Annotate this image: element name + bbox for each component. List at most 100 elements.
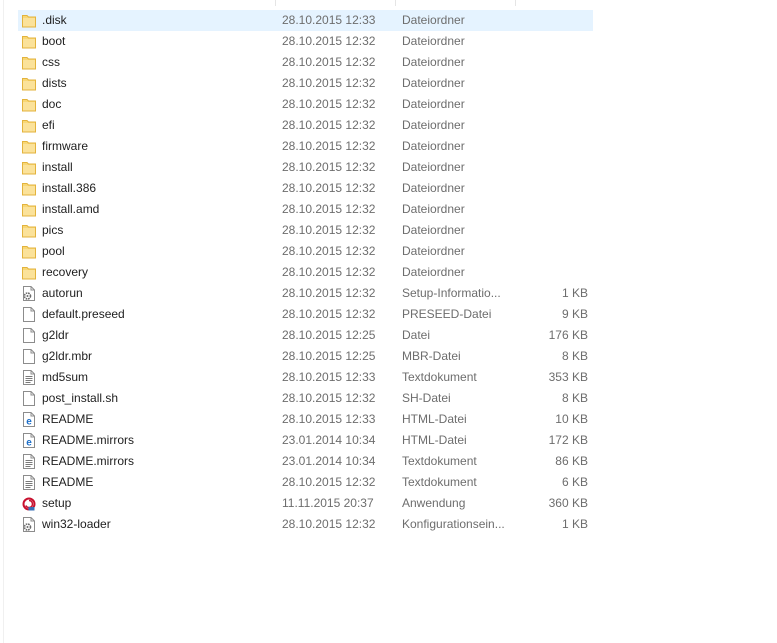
file-type: Setup-Informatio... [402,286,501,300]
file-row[interactable]: pool 28.10.2015 12:32 Dateiordner [18,241,593,262]
file-date: 28.10.2015 12:32 [282,34,376,48]
file-type: Dateiordner [402,139,465,153]
file-date: 28.10.2015 12:32 [282,517,376,531]
file-name: doc [42,97,62,111]
file-name: g2ldr.mbr [42,349,93,363]
folder-icon [22,13,36,28]
file-size: 10 KB [555,412,588,426]
file-row[interactable]: setup 11.11.2015 20:37 Anwendung 360 KB [18,493,593,514]
file-size: 172 KB [548,433,588,447]
file-row[interactable]: firmware 28.10.2015 12:32 Dateiordner [18,136,593,157]
folder-icon [22,97,36,112]
file-date: 28.10.2015 12:32 [282,391,376,405]
file-row[interactable]: boot 28.10.2015 12:32 Dateiordner [18,31,593,52]
file-type: Textdokument [402,454,477,468]
file-type: Dateiordner [402,13,465,27]
file-icon [22,349,36,364]
file-row[interactable]: e README.mirrors 23.01.2014 10:34 HTML-Date… [18,430,593,451]
file-size: 1 KB [561,517,588,531]
file-row[interactable]: e README 28.10.2015 12:33 HTML-Datei 10 KB [18,409,593,430]
file-name: install.amd [42,202,100,216]
file-row[interactable]: efi 28.10.2015 12:32 Dateiordner [18,115,593,136]
file-date: 28.10.2015 12:32 [282,76,376,90]
file-row[interactable]: g2ldr.mbr 28.10.2015 12:25 MBR-Datei 8 KB [18,346,593,367]
svg-text:e: e [26,417,32,428]
folder-icon [22,160,36,175]
file-date: 23.01.2014 10:34 [282,454,376,468]
file-row[interactable]: README.mirrors 23.01.2014 10:34 Textdokume… [18,451,593,472]
file-row[interactable]: install.amd 28.10.2015 12:32 Dateiordner [18,199,593,220]
file-type: PRESEED-Datei [402,307,492,321]
file-name: recovery [42,265,89,279]
file-type: Dateiordner [402,223,465,237]
file-size: 353 KB [548,370,588,384]
file-name: boot [42,34,66,48]
file-row[interactable]: recovery 28.10.2015 12:32 Dateiordner [18,262,593,283]
file-icon [22,391,36,406]
file-date: 28.10.2015 12:32 [282,286,376,300]
file-type: Dateiordner [402,76,465,90]
file-name: default.preseed [42,307,125,321]
file-name: g2ldr [42,328,69,342]
file-type: Dateiordner [402,181,465,195]
file-row[interactable]: md5sum 28.10.2015 12:33 Textdokument 353 KB [18,367,593,388]
html-file-icon: e [22,433,36,449]
file-name: README.mirrors [42,433,134,447]
file-name: md5sum [42,370,89,384]
file-type: Dateiordner [402,244,465,258]
file-name: README [42,412,94,426]
file-date: 28.10.2015 12:32 [282,202,376,216]
svg-text:e: e [26,438,32,449]
file-name: .disk [42,13,67,27]
file-date: 28.10.2015 12:33 [282,13,376,27]
file-date: 28.10.2015 12:32 [282,118,376,132]
file-type: Textdokument [402,475,477,489]
pane-border [3,0,4,643]
file-size: 1 KB [561,286,588,300]
file-row[interactable]: pics 28.10.2015 12:32 Dateiordner [18,220,593,241]
file-row[interactable]: install 28.10.2015 12:32 Dateiordner [18,157,593,178]
text-file-icon [22,454,36,469]
file-name: pool [42,244,65,258]
column-divider-date[interactable] [275,0,276,6]
column-divider-type[interactable] [395,0,396,6]
file-row[interactable]: post_install.sh 28.10.2015 12:32 SH-Datei 8… [18,388,593,409]
file-size: 6 KB [561,475,588,489]
file-name: setup [42,496,72,510]
file-row[interactable]: autorun 28.10.2015 12:32 Setup-Informatio.… [18,283,593,304]
file-row[interactable]: README 28.10.2015 12:32 Textdokument 6 KB [18,472,593,493]
file-type: Anwendung [402,496,466,510]
file-date: 28.10.2015 12:33 [282,370,376,384]
file-type: HTML-Datei [402,412,467,426]
file-name: dists [42,76,67,90]
folder-icon [22,34,36,49]
file-row[interactable]: g2ldr 28.10.2015 12:25 Datei 176 KB [18,325,593,346]
file-size: 86 KB [555,454,588,468]
file-date: 28.10.2015 12:32 [282,244,376,258]
file-date: 23.01.2014 10:34 [282,433,376,447]
file-name: efi [42,118,55,132]
file-icon [22,328,36,343]
file-date: 11.11.2015 20:37 [282,496,374,510]
file-row[interactable]: .disk 28.10.2015 12:33 Dateiordner [18,10,593,31]
file-row[interactable]: doc 28.10.2015 12:32 Dateiordner [18,94,593,115]
folder-icon [22,118,36,133]
file-name: README [42,475,94,489]
file-name: css [42,55,60,69]
column-divider-size[interactable] [515,0,516,6]
html-file-icon: e [22,412,36,428]
file-type: Textdokument [402,370,477,384]
folder-icon [22,139,36,154]
file-name: autorun [42,286,83,300]
file-row[interactable]: win32-loader 28.10.2015 12:32 Konfiguratio… [18,514,593,535]
file-row[interactable]: css 28.10.2015 12:32 Dateiordner [18,52,593,73]
file-row[interactable]: install.386 28.10.2015 12:32 Dateiordner [18,178,593,199]
file-date: 28.10.2015 12:32 [282,475,376,489]
file-name: install [42,160,73,174]
file-row[interactable]: dists 28.10.2015 12:32 Dateiordner [18,73,593,94]
file-date: 28.10.2015 12:32 [282,181,376,195]
file-date: 28.10.2015 12:32 [282,160,376,174]
file-date: 28.10.2015 12:32 [282,307,376,321]
file-type: Dateiordner [402,118,465,132]
file-row[interactable]: default.preseed 28.10.2015 12:32 PRESEED-D… [18,304,593,325]
